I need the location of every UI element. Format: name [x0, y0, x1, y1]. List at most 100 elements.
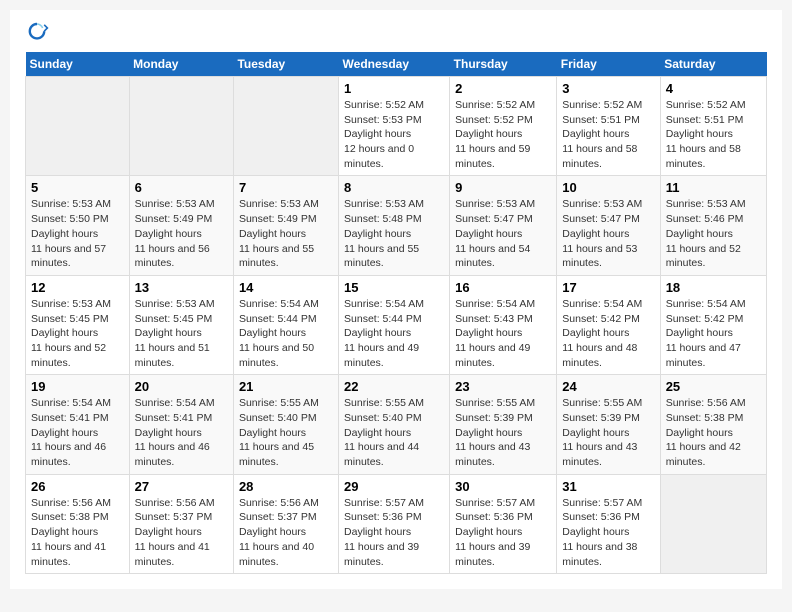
calendar-cell — [660, 474, 766, 573]
calendar-cell: 14 Sunrise: 5:54 AMSunset: 5:44 PMDayligh… — [233, 275, 338, 374]
day-number: 16 — [455, 280, 551, 295]
day-header-saturday: Saturday — [660, 52, 766, 77]
calendar-cell: 29 Sunrise: 5:57 AMSunset: 5:36 PMDayligh… — [339, 474, 450, 573]
cell-info: Sunrise: 5:52 AMSunset: 5:53 PMDaylight … — [344, 98, 444, 171]
week-row-2: 5 Sunrise: 5:53 AMSunset: 5:50 PMDaylight… — [26, 176, 767, 275]
calendar-cell — [233, 77, 338, 176]
day-number: 11 — [666, 180, 761, 195]
day-number: 21 — [239, 379, 333, 394]
calendar-cell: 28 Sunrise: 5:56 AMSunset: 5:37 PMDayligh… — [233, 474, 338, 573]
day-number: 4 — [666, 81, 761, 96]
day-number: 3 — [562, 81, 654, 96]
cell-info: Sunrise: 5:56 AMSunset: 5:37 PMDaylight … — [135, 496, 228, 569]
calendar-cell: 5 Sunrise: 5:53 AMSunset: 5:50 PMDaylight… — [26, 176, 130, 275]
cell-info: Sunrise: 5:54 AMSunset: 5:41 PMDaylight … — [135, 396, 228, 469]
calendar-cell — [26, 77, 130, 176]
header-row: SundayMondayTuesdayWednesdayThursdayFrid… — [26, 52, 767, 77]
cell-info: Sunrise: 5:54 AMSunset: 5:42 PMDaylight … — [562, 297, 654, 370]
day-number: 10 — [562, 180, 654, 195]
day-number: 22 — [344, 379, 444, 394]
day-header-tuesday: Tuesday — [233, 52, 338, 77]
calendar-cell: 8 Sunrise: 5:53 AMSunset: 5:48 PMDaylight… — [339, 176, 450, 275]
cell-info: Sunrise: 5:53 AMSunset: 5:45 PMDaylight … — [135, 297, 228, 370]
calendar-cell: 24Sunrise: 5:55 AMSunset: 5:39 PMDayligh… — [557, 375, 660, 474]
week-row-5: 26Sunrise: 5:56 AMSunset: 5:38 PMDayligh… — [26, 474, 767, 573]
day-number: 6 — [135, 180, 228, 195]
cell-info: Sunrise: 5:55 AMSunset: 5:40 PMDaylight … — [239, 396, 333, 469]
day-number: 26 — [31, 479, 124, 494]
cell-info: Sunrise: 5:57 AMSunset: 5:36 PMDaylight … — [455, 496, 551, 569]
calendar-cell: 13 Sunrise: 5:53 AMSunset: 5:45 PMDayligh… — [129, 275, 233, 374]
cell-info: Sunrise: 5:53 AMSunset: 5:49 PMDaylight … — [135, 197, 228, 270]
calendar-cell: 2 Sunrise: 5:52 AMSunset: 5:52 PMDaylight… — [450, 77, 557, 176]
day-number: 5 — [31, 180, 124, 195]
cell-info: Sunrise: 5:52 AMSunset: 5:52 PMDaylight … — [455, 98, 551, 171]
cell-info: Sunrise: 5:57 AMSunset: 5:36 PMDaylight … — [562, 496, 654, 569]
cell-info: Sunrise: 5:55 AMSunset: 5:40 PMDaylight … — [344, 396, 444, 469]
day-number: 27 — [135, 479, 228, 494]
day-number: 17 — [562, 280, 654, 295]
day-number: 30 — [455, 479, 551, 494]
day-number: 23 — [455, 379, 551, 394]
calendar-cell: 18 Sunrise: 5:54 AMSunset: 5:42 PMDayligh… — [660, 275, 766, 374]
cell-info: Sunrise: 5:56 AMSunset: 5:37 PMDaylight … — [239, 496, 333, 569]
calendar-cell: 3 Sunrise: 5:52 AMSunset: 5:51 PMDaylight… — [557, 77, 660, 176]
cell-info: Sunrise: 5:53 AMSunset: 5:47 PMDaylight … — [562, 197, 654, 270]
cell-info: Sunrise: 5:52 AMSunset: 5:51 PMDaylight … — [562, 98, 654, 171]
calendar-cell: 12Sunrise: 5:53 AMSunset: 5:45 PMDayligh… — [26, 275, 130, 374]
week-row-3: 12Sunrise: 5:53 AMSunset: 5:45 PMDayligh… — [26, 275, 767, 374]
week-row-4: 19 Sunrise: 5:54 AMSunset: 5:41 PMDayligh… — [26, 375, 767, 474]
day-number: 19 — [31, 379, 124, 394]
cell-info: Sunrise: 5:54 AMSunset: 5:42 PMDaylight … — [666, 297, 761, 370]
calendar-cell: 25 Sunrise: 5:56 AMSunset: 5:38 PMDayligh… — [660, 375, 766, 474]
calendar-cell: 31Sunrise: 5:57 AMSunset: 5:36 PMDayligh… — [557, 474, 660, 573]
calendar-cell: 21 Sunrise: 5:55 AMSunset: 5:40 PMDayligh… — [233, 375, 338, 474]
cell-info: Sunrise: 5:55 AMSunset: 5:39 PMDaylight … — [455, 396, 551, 469]
calendar-cell: 9Sunrise: 5:53 AMSunset: 5:47 PMDaylight… — [450, 176, 557, 275]
day-number: 14 — [239, 280, 333, 295]
cell-info: Sunrise: 5:53 AMSunset: 5:46 PMDaylight … — [666, 197, 761, 270]
cell-info: Sunrise: 5:54 AMSunset: 5:44 PMDaylight … — [344, 297, 444, 370]
day-number: 24 — [562, 379, 654, 394]
day-header-sunday: Sunday — [26, 52, 130, 77]
calendar-cell: 23 Sunrise: 5:55 AMSunset: 5:39 PMDayligh… — [450, 375, 557, 474]
cell-info: Sunrise: 5:54 AMSunset: 5:41 PMDaylight … — [31, 396, 124, 469]
header — [25, 20, 767, 44]
calendar-cell: 10 Sunrise: 5:53 AMSunset: 5:47 PMDayligh… — [557, 176, 660, 275]
day-number: 7 — [239, 180, 333, 195]
cell-info: Sunrise: 5:57 AMSunset: 5:36 PMDaylight … — [344, 496, 444, 569]
day-number: 13 — [135, 280, 228, 295]
day-number: 2 — [455, 81, 551, 96]
cell-info: Sunrise: 5:54 AMSunset: 5:44 PMDaylight … — [239, 297, 333, 370]
calendar-cell — [129, 77, 233, 176]
week-row-1: 1 Sunrise: 5:52 AMSunset: 5:53 PMDaylight… — [26, 77, 767, 176]
calendar-cell: 22 Sunrise: 5:55 AMSunset: 5:40 PMDayligh… — [339, 375, 450, 474]
cell-info: Sunrise: 5:53 AMSunset: 5:45 PMDaylight … — [31, 297, 124, 370]
day-header-friday: Friday — [557, 52, 660, 77]
cell-info: Sunrise: 5:54 AMSunset: 5:43 PMDaylight … — [455, 297, 551, 370]
logo-icon — [25, 20, 49, 44]
calendar-cell: 20Sunrise: 5:54 AMSunset: 5:41 PMDayligh… — [129, 375, 233, 474]
day-number: 25 — [666, 379, 761, 394]
day-number: 28 — [239, 479, 333, 494]
day-number: 9 — [455, 180, 551, 195]
day-number: 18 — [666, 280, 761, 295]
day-number: 1 — [344, 81, 444, 96]
calendar-cell: 1 Sunrise: 5:52 AMSunset: 5:53 PMDaylight… — [339, 77, 450, 176]
calendar-cell: 30 Sunrise: 5:57 AMSunset: 5:36 PMDayligh… — [450, 474, 557, 573]
cell-info: Sunrise: 5:52 AMSunset: 5:51 PMDaylight … — [666, 98, 761, 171]
calendar-cell: 7 Sunrise: 5:53 AMSunset: 5:49 PMDaylight… — [233, 176, 338, 275]
cell-info: Sunrise: 5:56 AMSunset: 5:38 PMDaylight … — [666, 396, 761, 469]
calendar-cell: 11 Sunrise: 5:53 AMSunset: 5:46 PMDayligh… — [660, 176, 766, 275]
day-number: 29 — [344, 479, 444, 494]
day-number: 8 — [344, 180, 444, 195]
calendar-cell: 27 Sunrise: 5:56 AMSunset: 5:37 PMDayligh… — [129, 474, 233, 573]
calendar-container: SundayMondayTuesdayWednesdayThursdayFrid… — [10, 10, 782, 589]
day-header-thursday: Thursday — [450, 52, 557, 77]
cell-info: Sunrise: 5:53 AMSunset: 5:50 PMDaylight … — [31, 197, 124, 270]
cell-info: Sunrise: 5:53 AMSunset: 5:48 PMDaylight … — [344, 197, 444, 270]
cell-info: Sunrise: 5:53 AMSunset: 5:49 PMDaylight … — [239, 197, 333, 270]
calendar-cell: 16 Sunrise: 5:54 AMSunset: 5:43 PMDayligh… — [450, 275, 557, 374]
calendar-cell: 26Sunrise: 5:56 AMSunset: 5:38 PMDayligh… — [26, 474, 130, 573]
calendar-cell: 19 Sunrise: 5:54 AMSunset: 5:41 PMDayligh… — [26, 375, 130, 474]
